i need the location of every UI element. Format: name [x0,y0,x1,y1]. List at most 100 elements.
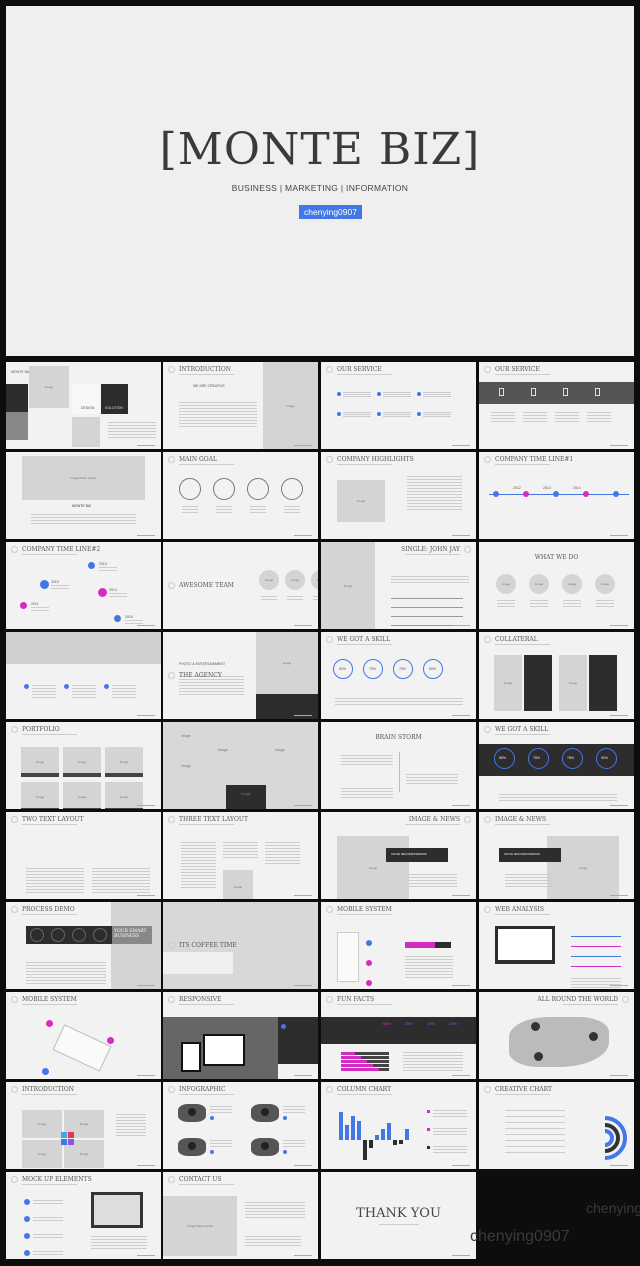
text-line [33,1203,63,1204]
text-line [407,479,462,480]
slide-label: 78% [567,756,575,760]
slide-thumbnail[interactable] [6,632,161,719]
slide-thumbnail[interactable]: 2011 2012 2013 2014 2015 COMPANY TIME LINE#2 [6,542,161,629]
slide-thumbnail[interactable]: Image WE ARE CREATIVE INTRODUCTION [163,362,318,449]
image-placeholder: Image [494,655,522,711]
slide-label: 50% [429,667,437,671]
text-line [33,1251,63,1252]
slide-title: IMAGE & NEWS [408,816,460,823]
slide-footer [452,895,470,896]
text-line [343,392,371,393]
slide-footer [137,445,155,446]
slide-label: 75% [533,756,541,760]
slide-footer [137,1255,155,1256]
block [203,1034,245,1066]
slide-thumbnail[interactable]: MAIN GOAL [163,452,318,539]
slide-thumbnail[interactable]: MONTE BIZ Image DESIGN SOLUTION [6,362,161,449]
text-line [499,797,617,798]
slide-title: WE GOT A SKILL [495,726,549,733]
watermark: chenying0907 [586,1200,640,1216]
text-line [391,576,469,577]
slide-thumbnail[interactable]: RESPONSIVE [163,992,318,1079]
text-line [31,520,136,521]
slide-thumbnail[interactable]: ITS COFFEE TIME [163,902,318,989]
slide-thumbnail[interactable]: BRAIN STORM [321,722,476,809]
slide-thumbnail[interactable]: INFOGRAPHIC [163,1082,318,1169]
circle-marker [337,412,341,416]
slide-thumbnail[interactable]: Image PHOTO & ENTERTAINMENT THE AGENCY [163,632,318,719]
slide-thumbnail[interactable]: OUR SERVICE [321,362,476,449]
text-line [179,685,244,686]
slide-thumbnail[interactable]: YOUR SMART BUSINESS PROCESS DEMO [6,902,161,989]
slide-thumbnail[interactable]: Image Image COLLATERAL [479,632,634,719]
text-line [181,863,216,864]
slide-thumbnail[interactable]: Image Place Holder MONTE BIZ [6,452,161,539]
slide-subtitle-line [22,554,77,555]
slide-subtitle-line [495,824,550,825]
slide-thumbnail[interactable]: OUR SERVICE [479,362,634,449]
slide-thumbnail[interactable]: MOCK UP ELEMENTS [6,1172,161,1259]
circle-marker [605,1129,614,1147]
slide-title: INTRODUCTION [179,366,232,373]
slide-thumbnail[interactable]: Image OFFICE NEW PERFORMANCE IMAGE & NEWS [321,812,476,899]
text-line [33,1217,63,1218]
slide-footer [610,445,628,446]
text-line [505,1116,565,1117]
slide-thumbnail[interactable]: Image Place Holder CONTACT US [163,1172,318,1259]
text-line [407,500,462,501]
block [571,966,621,967]
slide-thumbnail[interactable]: Image Image Image Image WHAT WE DO [479,542,634,629]
slide-title: COMPANY TIME LINE#1 [495,456,574,463]
block [405,942,435,948]
slide-thumbnail[interactable]: COLUMN CHART [321,1082,476,1169]
hero-title: [MONTE BIZ] [159,124,481,175]
slide-title: WE GOT A SKILL [337,636,391,643]
slide-thumbnail[interactable]: Image Image Image Image INTRODUCTION [6,1082,161,1169]
slide-thumbnail[interactable]: CREATIVE CHART [479,1082,634,1169]
text-line [216,512,232,513]
slide-thumbnail[interactable]: Image THREE TEXT LAYOUT [163,812,318,899]
image-placeholder: Image [337,836,409,899]
slide-thumbnail[interactable]: Image COMPANY HIGHLIGHTS [321,452,476,539]
text-line [407,503,462,504]
text-line [433,1116,467,1117]
slide-thumbnail[interactable]: WEB ANALYSIS [479,902,634,989]
slide-footer [137,985,155,986]
slide-label: 2014 [109,588,117,592]
text-line [423,392,451,393]
slide-thumbnail[interactable]: Image Image Image Image Image Image PORTFOLIO [6,722,161,809]
slide-icon [326,636,333,643]
chart-bar [399,1140,403,1144]
text-line [88,645,148,646]
slide-thumbnail[interactable]: 50% 75% 75% 50% WE GOT A SKILL [321,632,476,719]
slide-thumbnail[interactable]: 65% 25% 19% 24% FUN FACTS [321,992,476,1079]
slide-thumbnail[interactable]: TWO TEXT LAYOUT [6,812,161,899]
slide-thumbnail[interactable]: Image Image Image AWESOME TEAM [163,542,318,629]
slide-subtitle-line [22,824,77,825]
text-line [505,1110,565,1111]
slide-thumbnail[interactable]: Image Image Image Image Image [163,722,318,809]
slide-thumbnail[interactable]: 85% 75% 78% 90% WE GOT A SKILL [479,722,634,809]
slide-label: 2013 [543,486,551,490]
circle-marker [493,491,499,497]
text-line [33,1234,63,1235]
text-line [523,421,547,422]
slide-thumbnail[interactable]: MOBILE SYSTEM [6,992,161,1079]
text-line [335,704,463,705]
text-line [112,688,136,689]
slide-footer [610,715,628,716]
slide-thumbnail[interactable]: 2012 2013 2014 COMPANY TIME LINE#1 [479,452,634,539]
slide-footer [452,625,470,626]
text-line [92,889,150,890]
slide-thumbnail[interactable]: Image SINGLE: JOHN JAY [321,542,476,629]
slide-title: THANK YOU [356,1206,441,1221]
circle-marker [24,684,29,689]
slide-label: 75% [399,667,407,671]
text-line [406,777,458,778]
slide-thumbnail[interactable]: MOBILE SYSTEM [321,902,476,989]
slide-thumbnail[interactable]: Image OFFICE NEW PERFORMANCE IMAGE & NEWS [479,812,634,899]
slide-thumbnail[interactable]: THANK YOU [321,1172,476,1259]
slide-footer [294,535,312,536]
slide-thumbnail[interactable]: ALL ROUND THE WORLD [479,992,634,1079]
slide-subtitle-line [337,914,392,915]
